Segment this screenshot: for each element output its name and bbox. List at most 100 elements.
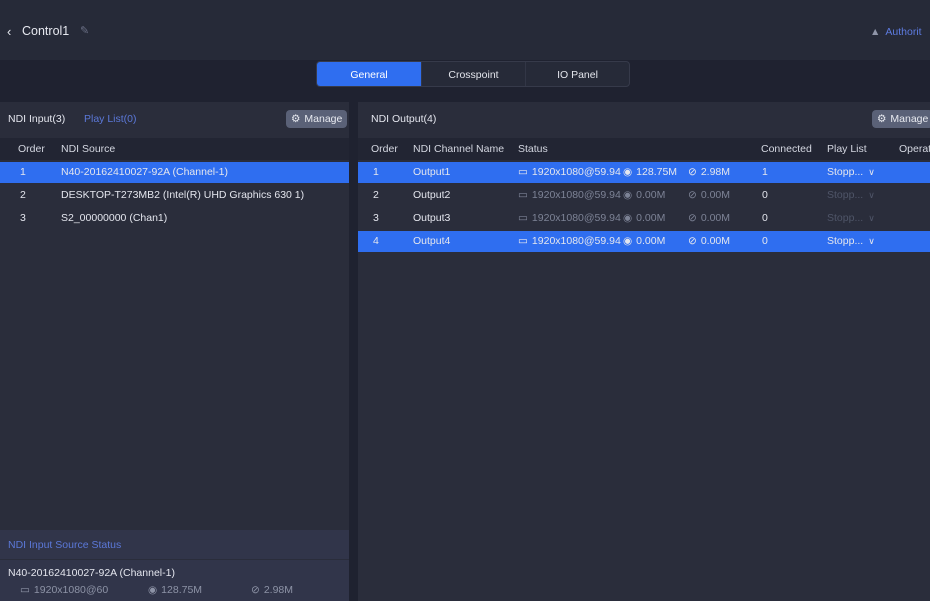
playlist-select[interactable]: Stopp... ∨ bbox=[827, 212, 875, 224]
output-other: ⊘ 2.98M bbox=[688, 166, 730, 178]
gauge-icon: ⊘ bbox=[251, 584, 260, 596]
play-circle-icon: ◉ bbox=[148, 584, 158, 596]
input-row[interactable]: 3 S2_00000000 (Chan1) bbox=[0, 208, 349, 229]
output-row[interactable]: 4 Output4 ▭ 1920x1080@59.94 ◉ 0.00M ⊘ 0.00M… bbox=[358, 231, 930, 252]
gauge-icon: ⊘ bbox=[688, 235, 697, 247]
play-circle-icon: ◉ bbox=[623, 235, 633, 247]
chevron-down-icon: ∨ bbox=[868, 213, 875, 223]
authority-label: Authorit bbox=[885, 26, 922, 38]
column-ndi-source: NDI Source bbox=[61, 143, 116, 155]
ndi-output-header: NDI Output(4) ⚙ Manage bbox=[358, 102, 930, 136]
ndi-output-title: NDI Output(4) bbox=[371, 113, 437, 125]
output-resolution: ▭ 1920x1080@59.94 bbox=[518, 189, 621, 201]
input-source: N40-20162410027-92A (Channel-1) bbox=[61, 166, 228, 178]
gear-icon: ⚙ bbox=[291, 113, 301, 125]
play-circle-icon: ◉ bbox=[623, 189, 633, 201]
ndi-input-header: NDI Input(3) Play List(0) ⚙ Manage bbox=[0, 102, 349, 136]
column-play-list: Play List bbox=[827, 143, 867, 155]
playlist-select[interactable]: Stopp... ∨ bbox=[827, 189, 875, 201]
monitor-icon: ▭ bbox=[518, 212, 528, 224]
output-row[interactable]: 3 Output3 ▭ 1920x1080@59.94 ◉ 0.00M ⊘ 0.00M… bbox=[358, 208, 930, 229]
page-title: Control1 bbox=[22, 24, 70, 38]
output-resolution: ▭ 1920x1080@59.94 bbox=[518, 235, 621, 247]
input-source: S2_00000000 (Chan1) bbox=[61, 212, 168, 224]
output-name: Output2 bbox=[413, 189, 451, 201]
input-source: DESKTOP-T273MB2 (Intel(R) UHD Graphics 6… bbox=[61, 189, 305, 201]
column-order: Order bbox=[18, 143, 45, 155]
input-order: 2 bbox=[20, 189, 26, 201]
monitor-icon: ▭ bbox=[518, 235, 528, 247]
manage-inputs-label: Manage bbox=[304, 113, 343, 125]
output-bitrate: ◉ 0.00M bbox=[623, 189, 666, 201]
column-order: Order bbox=[371, 143, 398, 155]
input-row[interactable]: 2 DESKTOP-T273MB2 (Intel(R) UHD Graphics… bbox=[0, 185, 349, 206]
chevron-left-icon[interactable]: ‹ bbox=[7, 24, 11, 39]
user-icon: ▲ bbox=[870, 26, 881, 38]
output-other: ⊘ 0.00M bbox=[688, 212, 730, 224]
manage-inputs-button[interactable]: ⚙ Manage bbox=[286, 110, 348, 128]
output-bitrate: ◉ 0.00M bbox=[623, 212, 666, 224]
chevron-down-icon: ∨ bbox=[868, 236, 875, 246]
input-source-status: NDI Input Source Status N40-20162410027-… bbox=[0, 530, 349, 601]
monitor-icon: ▭ bbox=[20, 584, 30, 596]
gauge-icon: ⊘ bbox=[688, 166, 697, 178]
tab-general[interactable]: General bbox=[317, 62, 421, 86]
gauge-icon: ⊘ bbox=[688, 212, 697, 224]
output-order: 3 bbox=[373, 212, 379, 224]
input-table-header: Order NDI Source bbox=[0, 138, 349, 160]
ndi-output-panel: NDI Output(4) ⚙ Manage Order NDI Channel … bbox=[358, 102, 930, 601]
manage-outputs-label: Manage bbox=[890, 113, 929, 125]
ndi-input-panel: NDI Input(3) Play List(0) ⚙ Manage Order … bbox=[0, 102, 349, 601]
output-order: 4 bbox=[373, 235, 379, 247]
input-order: 1 bbox=[20, 166, 26, 178]
playlist-select[interactable]: Stopp... ∨ bbox=[827, 166, 875, 178]
gear-icon: ⚙ bbox=[877, 113, 887, 125]
status-other: ⊘ 2.98M bbox=[251, 584, 293, 596]
gauge-icon: ⊘ bbox=[688, 189, 697, 201]
output-connected: 0 bbox=[762, 189, 768, 201]
output-connected: 1 bbox=[762, 166, 768, 178]
tab-ndi-input[interactable]: NDI Input(3) bbox=[8, 113, 65, 125]
column-connected: Connected bbox=[761, 143, 812, 155]
play-circle-icon: ◉ bbox=[623, 166, 633, 178]
output-row[interactable]: 2 Output2 ▭ 1920x1080@59.94 ◉ 0.00M ⊘ 0.00M… bbox=[358, 185, 930, 206]
authority-menu[interactable]: ▲ Authorit bbox=[870, 26, 922, 38]
column-operation: Operat bbox=[899, 143, 930, 155]
column-channel-name: NDI Channel Name bbox=[413, 143, 505, 155]
monitor-icon: ▭ bbox=[518, 166, 528, 178]
output-bitrate: ◉ 0.00M bbox=[623, 235, 666, 247]
output-name: Output1 bbox=[413, 166, 451, 178]
input-order: 3 bbox=[20, 212, 26, 224]
tab-io-panel[interactable]: IO Panel bbox=[525, 62, 629, 86]
column-status: Status bbox=[518, 143, 548, 155]
output-other: ⊘ 0.00M bbox=[688, 189, 730, 201]
main-tabs: General Crosspoint IO Panel bbox=[316, 61, 630, 87]
chevron-down-icon: ∨ bbox=[868, 190, 875, 200]
playlist-select[interactable]: Stopp... ∨ bbox=[827, 235, 875, 247]
monitor-icon: ▭ bbox=[518, 189, 528, 201]
manage-outputs-button[interactable]: ⚙ Manage bbox=[872, 110, 930, 128]
input-row[interactable]: 1 N40-20162410027-92A (Channel-1) bbox=[0, 162, 349, 183]
status-source-name: N40-20162410027-92A (Channel-1) bbox=[8, 567, 175, 579]
output-resolution: ▭ 1920x1080@59.94 bbox=[518, 166, 621, 178]
output-name: Output4 bbox=[413, 235, 451, 247]
output-table-header: Order NDI Channel Name Status Connected … bbox=[358, 138, 930, 160]
output-order: 1 bbox=[373, 166, 379, 178]
output-order: 2 bbox=[373, 189, 379, 201]
output-other: ⊘ 0.00M bbox=[688, 235, 730, 247]
status-bitrate: ◉ 128.75M bbox=[148, 584, 203, 596]
tab-crosspoint[interactable]: Crosspoint bbox=[421, 62, 525, 86]
chevron-down-icon: ∨ bbox=[868, 167, 875, 177]
output-name: Output3 bbox=[413, 212, 451, 224]
output-connected: 0 bbox=[762, 235, 768, 247]
output-row[interactable]: 1 Output1 ▭ 1920x1080@59.94 ◉ 128.75M ⊘ 2.9… bbox=[358, 162, 930, 183]
divider bbox=[0, 559, 349, 560]
play-circle-icon: ◉ bbox=[623, 212, 633, 224]
output-connected: 0 bbox=[762, 212, 768, 224]
pencil-icon[interactable]: ✎ bbox=[80, 24, 89, 37]
status-resolution: ▭ 1920x1080@60 bbox=[20, 584, 109, 596]
title-bar: ‹ Control1 ✎ ▲ Authorit bbox=[0, 0, 930, 60]
output-bitrate: ◉ 128.75M bbox=[623, 166, 678, 178]
tab-play-list[interactable]: Play List(0) bbox=[84, 113, 137, 125]
status-header: NDI Input Source Status bbox=[8, 539, 122, 551]
